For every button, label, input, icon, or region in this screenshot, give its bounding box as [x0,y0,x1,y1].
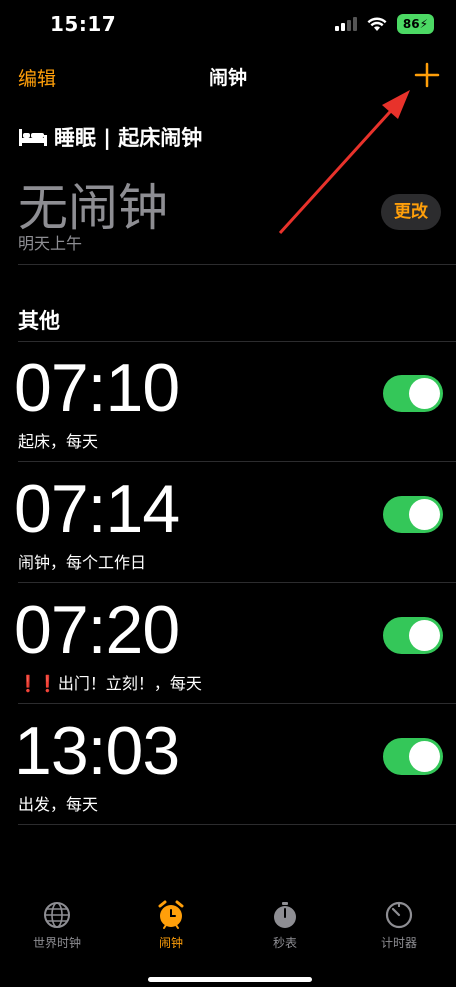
divider [18,341,456,342]
battery-indicator: 86⚡ [396,14,434,34]
alarm-label: 出发，每天 [18,795,99,814]
tab-world-clock[interactable]: 世界时钟 [0,900,114,951]
toggle-knob [409,499,440,530]
stopwatch-icon [274,902,296,928]
toggle-knob [409,378,440,409]
sleep-alarm-subtitle: 明天上午 [18,234,83,253]
other-section-header: 其他 [18,309,60,333]
tab-timer[interactable]: 计时器 [342,900,456,951]
divider [18,582,456,583]
timer-icon [385,901,413,929]
tab-label: 秒表 [272,936,297,950]
alarm-time: 13:03 [14,713,180,789]
toggle-knob [409,741,440,772]
battery-level: 86 [402,17,420,31]
divider [18,461,456,462]
status-time: 15:17 [50,12,117,36]
home-indicator[interactable] [148,977,312,982]
alarm-time: 07:10 [14,350,180,426]
alarm-time: 07:14 [14,471,180,547]
divider [18,264,456,265]
tab-stopwatch[interactable]: 秒表 [228,900,342,951]
alarm-label-text: 出门！立刻！，每天 [57,674,202,693]
alarm-label: 起床，每天 [18,432,99,451]
alarm-time: 07:20 [14,592,180,668]
alarm-label: ❗️❗️出门！立刻！，每天 [18,670,202,694]
edit-button[interactable]: 编辑 [18,64,56,91]
globe-icon [44,902,70,928]
tab-alarm[interactable]: 闹钟 [114,900,228,951]
toggle-knob [409,620,440,651]
tab-label: 计时器 [380,936,417,950]
wifi-icon [367,16,387,31]
alarm-toggle[interactable] [383,738,443,775]
tab-label: 世界时钟 [32,936,81,950]
divider [18,824,456,825]
cellular-signal-icon [334,17,357,31]
bed-icon [19,129,47,146]
divider [18,703,456,704]
change-sleep-button[interactable]: 更改 [381,194,441,230]
sleep-section-header: 睡眠 | 起床闹钟 [18,122,202,152]
sleep-section-title: 睡眠 | 起床闹钟 [54,126,203,150]
alarm-clock-icon [158,900,184,929]
exclamation-icon: ❗️❗️ [18,674,58,693]
alarm-toggle[interactable] [383,375,443,412]
alarm-label: 闹钟，每个工作日 [18,553,147,572]
charging-bolt-icon: ⚡ [419,17,428,31]
tab-label: 闹钟 [158,936,183,950]
alarm-toggle[interactable] [383,617,443,654]
status-icons: 86⚡ [334,14,434,34]
alarm-toggle[interactable] [383,496,443,533]
